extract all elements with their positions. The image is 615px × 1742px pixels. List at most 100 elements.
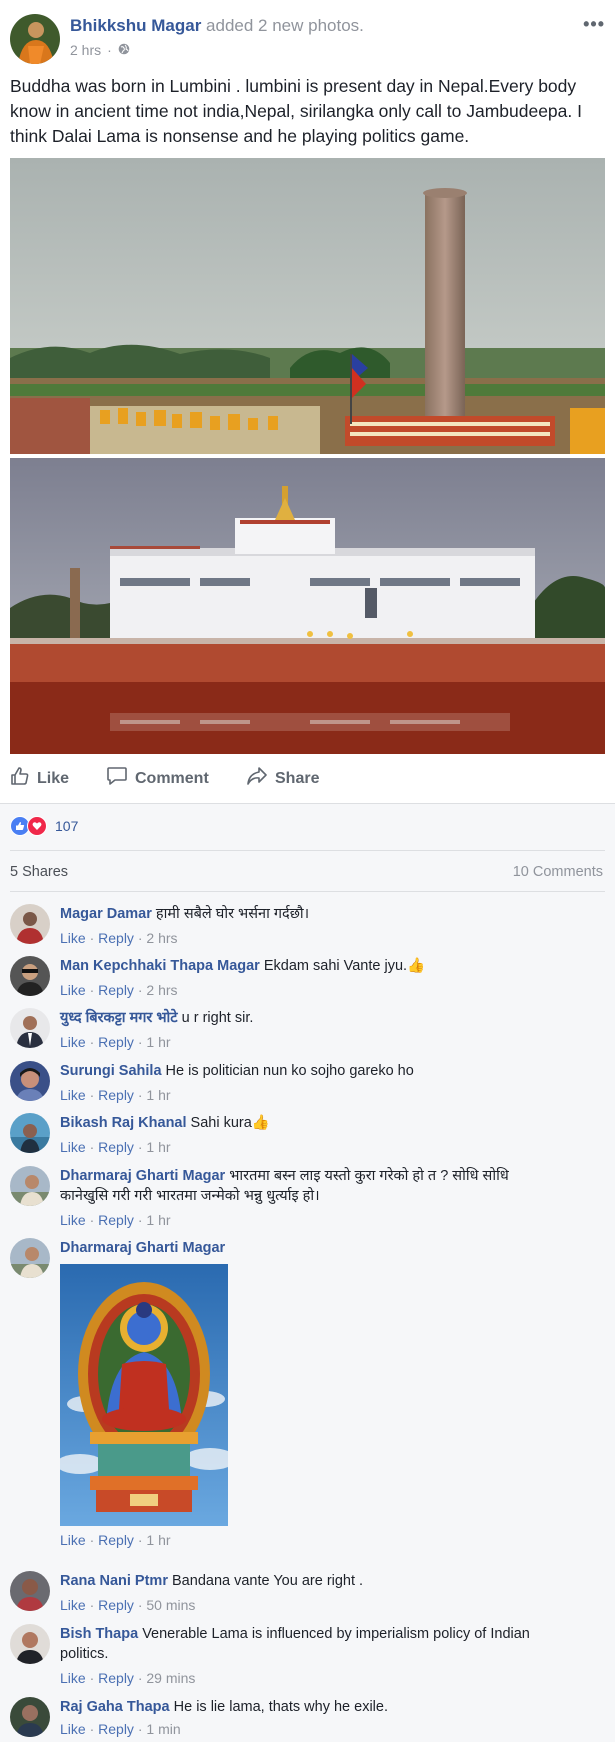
commenter-name[interactable]: Man Kepchhaki Thapa Magar [60, 958, 260, 974]
comment-actions: Like · Reply · 1 hr [60, 1210, 560, 1230]
commenter-name[interactable]: Raj Gaha Thapa [60, 1699, 170, 1715]
separator: · [137, 1721, 143, 1737]
share-icon [246, 766, 268, 791]
commenter-name[interactable]: Dharmaraj Gharti Magar [60, 1240, 225, 1256]
comment-icon [106, 766, 128, 791]
separator: · [89, 1139, 95, 1155]
separator: · [137, 1597, 143, 1613]
author-name[interactable]: Bhikkshu Magar [70, 16, 201, 35]
comment-reply-link[interactable]: Reply [98, 1670, 134, 1686]
photo-maya-devi-temple[interactable] [10, 458, 605, 754]
comment-text: Ekdam sahi Vante jyu. [263, 958, 408, 974]
separator: · [137, 982, 143, 998]
comment-actions: Like · Reply · 1 hr [60, 1137, 560, 1157]
divider [10, 850, 605, 851]
post-card: Bhikkshu Magar added 2 new photos. 2 hrs… [0, 0, 615, 804]
thumbs-up-emoji: 👍 [251, 1115, 270, 1131]
comment-actions: Like · Reply · 2 hrs [60, 928, 560, 948]
comment-photo-buddha[interactable] [60, 1264, 228, 1526]
commenter-avatar[interactable] [10, 1571, 50, 1611]
comment-button[interactable]: Comment [106, 766, 209, 791]
separator: · [89, 1670, 95, 1686]
comment-text: हामी सबैले घोर भर्सना गर्दछौ। [155, 906, 310, 922]
comment-reply-link[interactable]: Reply [98, 1597, 134, 1613]
commenter-name[interactable]: Bish Thapa [60, 1626, 138, 1642]
commenter-name[interactable]: Bikash Raj Khanal [60, 1115, 187, 1131]
reactions-summary[interactable]: 107 [10, 816, 78, 836]
commenter-avatar[interactable] [10, 956, 50, 996]
separator: · [137, 1139, 143, 1155]
meta-separator: · [107, 42, 112, 58]
commenter-avatar[interactable] [10, 904, 50, 944]
comment-time[interactable]: 1 hr [146, 1532, 170, 1548]
commenter-name[interactable]: Rana Nani Ptmr [60, 1573, 168, 1589]
comment-time[interactable]: 1 hr [146, 1087, 170, 1103]
like-button[interactable]: Like [10, 766, 69, 791]
comment-like-link[interactable]: Like [60, 1087, 86, 1103]
commenter-name[interactable]: Magar Damar [60, 906, 152, 922]
commenter-name[interactable]: Surungi Sahila [60, 1063, 162, 1079]
post-action: added 2 new photos. [206, 16, 364, 35]
comment-time[interactable]: 2 hrs [146, 930, 177, 946]
commenter-avatar[interactable] [10, 1624, 50, 1664]
comment-like-link[interactable]: Like [60, 1212, 86, 1228]
thumbs-up-emoji: 👍 [407, 958, 426, 974]
globe-icon[interactable] [118, 42, 130, 58]
commenter-avatar[interactable] [10, 1113, 50, 1153]
comment-reply-link[interactable]: Reply [98, 1034, 134, 1050]
comment-like-link[interactable]: Like [60, 930, 86, 946]
comment-actions: Like · Reply · 1 hr [60, 1530, 560, 1550]
reaction-count: 107 [55, 818, 79, 834]
post-time[interactable]: 2 hrs [70, 42, 101, 58]
commenter-avatar[interactable] [10, 1061, 50, 1101]
comment-time[interactable]: 29 mins [146, 1670, 195, 1686]
comment-like-link[interactable]: Like [60, 1670, 86, 1686]
post-header: Bhikkshu Magar added 2 new photos. [70, 16, 364, 36]
comment-time[interactable]: 1 min [146, 1721, 180, 1737]
separator: · [137, 1670, 143, 1686]
separator: · [89, 1212, 95, 1228]
author-avatar[interactable] [10, 14, 60, 64]
photo-ashoka-pillar[interactable] [10, 158, 605, 454]
comment-time[interactable]: 1 hr [146, 1139, 170, 1155]
comment-reply-link[interactable]: Reply [98, 1721, 134, 1737]
commenter-name[interactable]: युध्द बिरकट्टा मगर भोटे [60, 1010, 178, 1026]
shares-count[interactable]: 5 Shares [10, 864, 68, 880]
comment-time[interactable]: 2 hrs [146, 982, 177, 998]
commenter-avatar[interactable] [10, 1238, 50, 1278]
comment-reply-link[interactable]: Reply [98, 1532, 134, 1548]
commenter-avatar[interactable] [10, 1008, 50, 1048]
comment-time[interactable]: 1 hr [146, 1212, 170, 1228]
more-options-icon[interactable]: ••• [583, 14, 605, 35]
comment-like-link[interactable]: Like [60, 1532, 86, 1548]
share-label: Share [275, 769, 320, 787]
comment-time[interactable]: 50 mins [146, 1597, 195, 1613]
comment-like-link[interactable]: Like [60, 1034, 86, 1050]
comment-like-link[interactable]: Like [60, 1721, 86, 1737]
comment-label: Comment [135, 769, 209, 787]
separator: · [89, 1597, 95, 1613]
comment-time[interactable]: 1 hr [146, 1034, 170, 1050]
comments-count[interactable]: 10 Comments [513, 864, 603, 880]
comment-actions: Like · Reply · 2 hrs [60, 980, 560, 1000]
separator: · [89, 930, 95, 946]
commenter-avatar[interactable] [10, 1166, 50, 1206]
comment-reply-link[interactable]: Reply [98, 930, 134, 946]
comment-reply-link[interactable]: Reply [98, 1087, 134, 1103]
comment-like-link[interactable]: Like [60, 1139, 86, 1155]
comment-reply-link[interactable]: Reply [98, 982, 134, 998]
share-button[interactable]: Share [246, 766, 319, 791]
comment-text: He is lie lama, thats why he exile. [173, 1699, 388, 1715]
comment-reply-link[interactable]: Reply [98, 1139, 134, 1155]
comment-reply-link[interactable]: Reply [98, 1212, 134, 1228]
comment-like-link[interactable]: Like [60, 982, 86, 998]
comment-actions: Like · Reply · 50 mins [60, 1595, 560, 1615]
separator: · [137, 1212, 143, 1228]
separator: · [89, 1532, 95, 1548]
comment-actions: Like · Reply · 1 hr [60, 1085, 560, 1105]
comment-like-link[interactable]: Like [60, 1597, 86, 1613]
commenter-avatar[interactable] [10, 1697, 50, 1737]
post-action-bar: Like Comment Share [0, 760, 615, 796]
commenter-name[interactable]: Dharmaraj Gharti Magar [60, 1168, 225, 1184]
separator: · [89, 1721, 95, 1737]
